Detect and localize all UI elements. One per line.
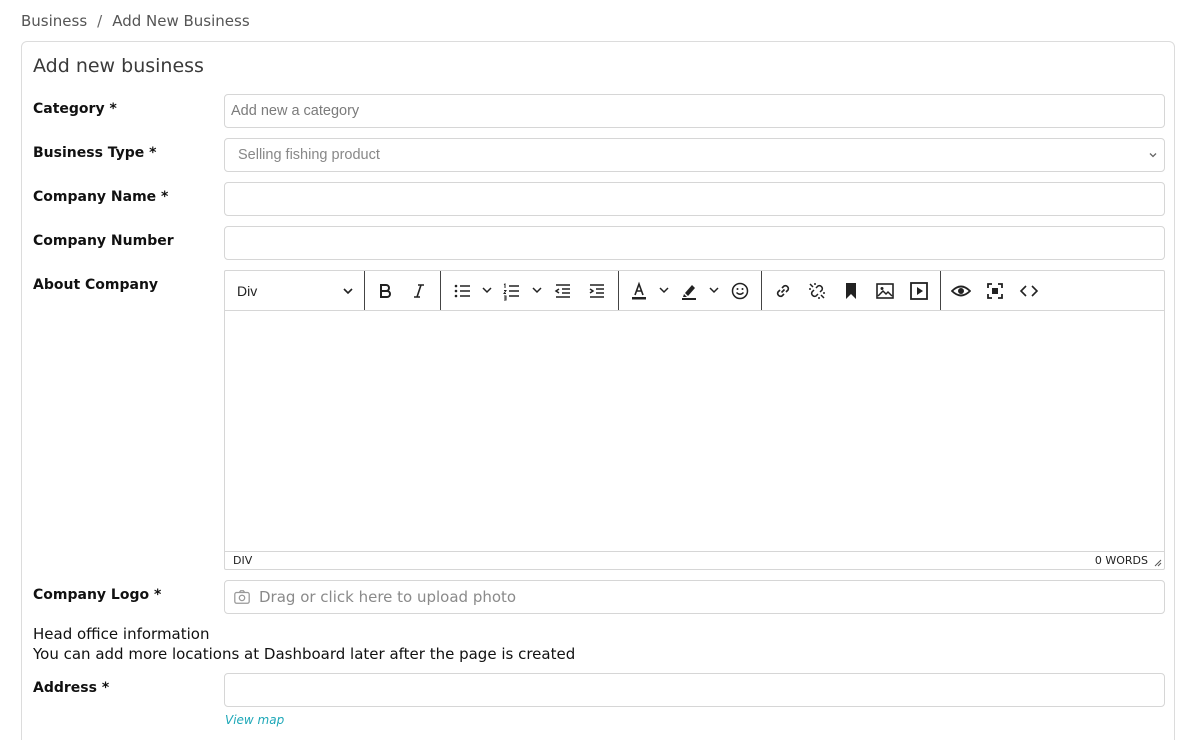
business-type-label: Business Type * — [33, 145, 157, 161]
address-input[interactable] — [225, 674, 1164, 706]
video-icon[interactable] — [907, 279, 931, 303]
chevron-down-icon — [1149, 153, 1157, 158]
highlight-icon[interactable] — [677, 279, 701, 303]
chevron-down-icon — [659, 287, 669, 294]
toolbar-divider — [761, 271, 762, 310]
preview-icon[interactable] — [949, 279, 973, 303]
image-icon[interactable] — [873, 279, 897, 303]
numbered-list-options-caret[interactable] — [530, 283, 544, 297]
toolbar-divider — [940, 271, 941, 310]
head-office-note: You can add more locations at Dashboard … — [33, 645, 576, 663]
about-company-label: About Company — [33, 277, 159, 293]
chevron-down-icon — [482, 287, 492, 294]
indent-icon[interactable] — [585, 279, 609, 303]
head-office-heading: Head office information — [33, 625, 210, 643]
about-company-editor-area[interactable] — [225, 311, 1164, 552]
company-name-input[interactable] — [225, 183, 1164, 215]
numbered-list-icon[interactable] — [499, 279, 523, 303]
unlink-icon[interactable] — [805, 279, 829, 303]
source-code-icon[interactable] — [1017, 279, 1041, 303]
chevron-down-icon — [709, 287, 719, 294]
link-icon[interactable] — [771, 279, 795, 303]
breadcrumb-business-link[interactable]: Business — [21, 12, 87, 30]
highlight-options-caret[interactable] — [707, 283, 721, 297]
company-name-label: Company Name * — [33, 189, 169, 205]
breadcrumb-separator: / — [97, 12, 103, 30]
editor-status-bar: DIV 0 WORDS — [225, 551, 1164, 569]
business-type-selected-value: Selling fishing product — [238, 147, 380, 163]
address-label: Address * — [33, 680, 110, 696]
bold-icon[interactable] — [373, 279, 397, 303]
text-color-icon[interactable] — [627, 279, 651, 303]
add-business-form-card: Add new business Category * Business Typ… — [21, 41, 1175, 740]
fullscreen-icon[interactable] — [983, 279, 1007, 303]
view-map-link[interactable]: View map — [225, 713, 284, 727]
logo-upload-dropzone[interactable]: Drag or click here to upload photo — [224, 580, 1165, 614]
toolbar-divider — [440, 271, 441, 310]
toolbar-divider — [618, 271, 619, 310]
upload-placeholder: Drag or click here to upload photo — [259, 588, 517, 606]
company-number-label: Company Number — [33, 233, 174, 249]
business-type-select[interactable]: Selling fishing product — [224, 138, 1165, 172]
rich-text-editor: Div DIV 0 WORDS — [224, 270, 1165, 570]
company-name-field-wrapper — [224, 182, 1165, 216]
toolbar-divider — [364, 271, 365, 310]
bookmark-icon[interactable] — [839, 279, 863, 303]
block-format-value: Div — [237, 282, 258, 299]
element-path[interactable]: DIV — [233, 554, 252, 567]
breadcrumb: Business / Add New Business — [21, 12, 250, 30]
italic-icon[interactable] — [407, 279, 431, 303]
category-field-wrapper — [224, 94, 1165, 128]
word-count[interactable]: 0 WORDS — [1095, 554, 1148, 567]
block-format-dropdown[interactable]: Div — [225, 271, 364, 310]
outdent-icon[interactable] — [551, 279, 575, 303]
bullet-list-icon[interactable] — [450, 279, 474, 303]
resize-handle-icon[interactable] — [1154, 559, 1162, 567]
page-title: Add new business — [33, 55, 204, 77]
chevron-down-icon — [532, 287, 542, 294]
address-field-wrapper — [224, 673, 1165, 707]
chevron-down-icon — [343, 287, 353, 294]
bullet-list-options-caret[interactable] — [480, 283, 494, 297]
company-number-input[interactable] — [225, 227, 1164, 259]
editor-toolbar: Div — [225, 271, 1164, 311]
category-input[interactable] — [225, 95, 1164, 127]
company-number-field-wrapper — [224, 226, 1165, 260]
text-color-options-caret[interactable] — [657, 283, 671, 297]
company-logo-label: Company Logo * — [33, 587, 162, 603]
emoji-icon[interactable] — [728, 279, 752, 303]
category-label: Category * — [33, 101, 117, 117]
camera-icon — [234, 590, 250, 604]
breadcrumb-current: Add New Business — [112, 12, 250, 30]
